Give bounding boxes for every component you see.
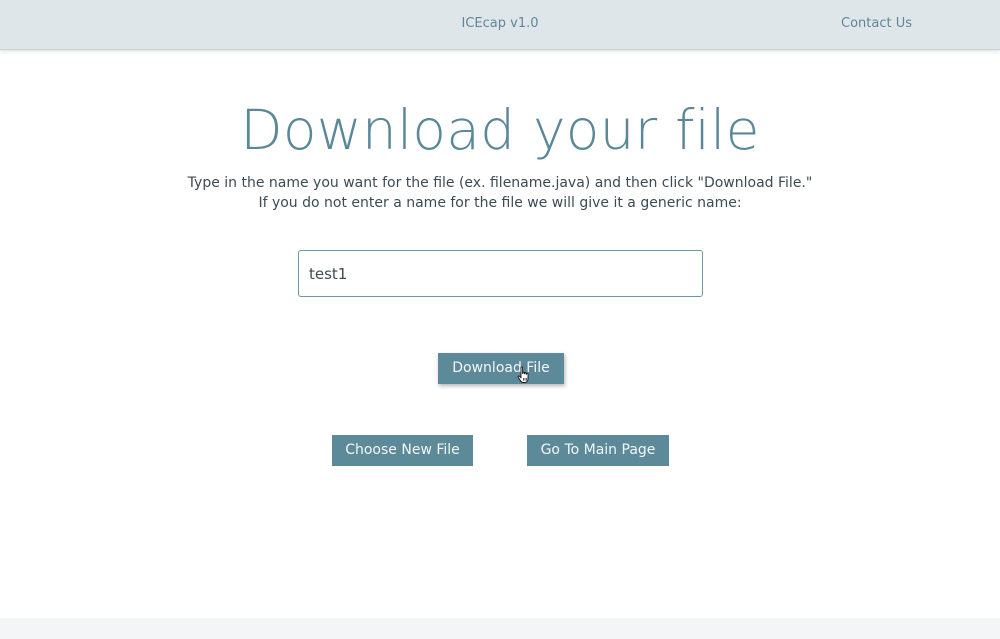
choose-new-file-button[interactable]: Choose New File: [332, 435, 473, 466]
go-to-main-page-button[interactable]: Go To Main Page: [527, 435, 669, 466]
footer-bar: [0, 618, 1000, 639]
instructions-line-2: If you do not enter a name for the file …: [258, 195, 742, 211]
top-navbar: ICEcap v1.0 Contact Us: [0, 0, 1000, 50]
hand-pointer-icon: [517, 366, 529, 383]
instructions-line-1: Type in the name you want for the file (…: [187, 175, 813, 191]
filename-input[interactable]: [298, 250, 703, 297]
page-title: Download your file: [240, 98, 760, 162]
contact-us-link[interactable]: Contact Us: [841, 16, 912, 31]
download-file-button[interactable]: Download File: [438, 353, 564, 384]
instructions-text: Type in the name you want for the file (…: [0, 173, 1000, 213]
